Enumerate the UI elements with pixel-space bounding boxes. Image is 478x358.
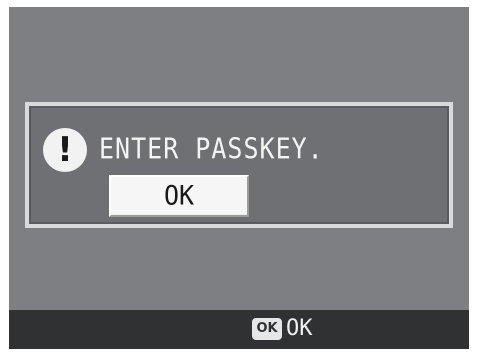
ok-hint: OK OK [252,318,313,340]
bottom-hint-bar: OK OK [9,310,469,349]
ok-button[interactable]: OK [109,175,249,217]
exclamation-icon: ! [43,128,87,172]
ok-key-icon: OK [252,318,282,340]
dialog-message: ENTER PASSKEY. [99,132,324,166]
camera-screen: ! ENTER PASSKEY. OK OK OK [9,7,469,349]
hint-label: OK [286,316,313,341]
passkey-dialog: ! ENTER PASSKEY. OK [25,102,453,228]
